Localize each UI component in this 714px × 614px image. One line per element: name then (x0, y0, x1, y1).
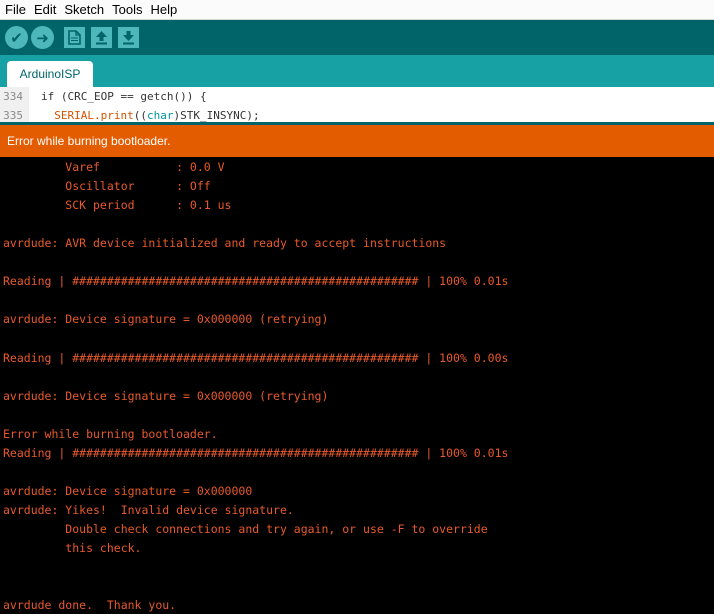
console-line: SCK period : 0.1 us (3, 198, 232, 213)
code-function: SERIAL.print (54, 109, 134, 122)
console-line: avrdude: AVR device initialized and read… (3, 236, 447, 251)
code-segment: (( (133, 109, 147, 122)
verify-button[interactable]: ✔ (5, 26, 28, 49)
arrow-right-icon: ➜ (36, 28, 49, 47)
console-line: Reading | ##############################… (3, 274, 509, 289)
code-segment: )STK_INSYNC); (173, 109, 260, 122)
code-editor[interactable]: 334 if (CRC_EOP == getch()) { 335 SERIAL… (0, 87, 714, 125)
new-sketch-button[interactable] (64, 27, 85, 48)
console-line: Double check connections and try again, … (3, 521, 488, 536)
console-line: Reading | ##############################… (3, 445, 509, 460)
status-message: Error while burning bootloader. (7, 134, 171, 148)
menu-sketch[interactable]: Sketch (60, 0, 108, 19)
toolbar: ✔ ➜ (0, 20, 714, 55)
code-segment: if (CRC_EOP == getch()) { (41, 90, 207, 103)
menu-help[interactable]: Help (146, 0, 181, 19)
console-output[interactable]: Varef : 0.0 V Oscillator : Off SCK perio… (0, 157, 714, 614)
console-line: avrdude: Device signature = 0x000000 (re… (3, 388, 329, 403)
console-line: Oscillator : Off (3, 179, 211, 194)
menu-file[interactable]: File (0, 0, 30, 19)
console-line: avrdude: Device signature = 0x000000 (3, 483, 253, 498)
arrow-up-icon (96, 31, 107, 45)
code-line: 334 if (CRC_EOP == getch()) { (0, 87, 207, 106)
status-bar: Error while burning bootloader. (0, 125, 714, 157)
arrow-down-icon (123, 31, 134, 45)
tab-arduinoisp[interactable]: ArduinoISP (7, 61, 93, 87)
console-line: avrdude: Device signature = 0x000000 (re… (3, 312, 329, 327)
save-sketch-button[interactable] (118, 27, 139, 48)
code-text: if (CRC_EOP == getch()) { (29, 87, 207, 106)
console-line: this check. (3, 541, 142, 555)
menu-edit[interactable]: Edit (30, 0, 60, 19)
line-number: 334 (0, 87, 29, 106)
console-line: Varef : 0.0 V (3, 160, 225, 174)
console-line: avrdude done. Thank you. (3, 598, 177, 613)
upload-button[interactable]: ➜ (31, 26, 54, 49)
console-line: Error while burning bootloader. (3, 426, 218, 441)
console-line: Reading | ##############################… (3, 350, 509, 365)
tab-bar: ArduinoISP (0, 55, 714, 87)
checkmark-icon: ✔ (10, 28, 23, 47)
menu-bar: File Edit Sketch Tools Help (0, 0, 714, 20)
code-keyword: char (146, 109, 174, 122)
new-file-icon (68, 30, 81, 45)
open-sketch-button[interactable] (91, 27, 112, 48)
console-line: avrdude: Yikes! Invalid device signature… (3, 502, 294, 517)
menu-tools[interactable]: Tools (108, 0, 146, 19)
